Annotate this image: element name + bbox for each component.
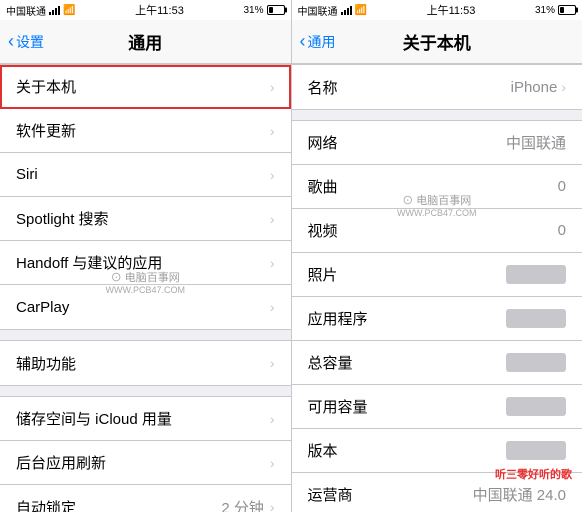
storage-label: 储存空间与 iCloud 用量 (16, 408, 172, 429)
right-back-chevron-icon: ‹ (300, 32, 306, 50)
carrier-label: 运营商 (308, 484, 353, 505)
accessibility-label: 辅助功能 (16, 353, 76, 374)
left-list-group-3: 储存空间与 iCloud 用量 › 后台应用刷新 › 自动锁定 2 分钟 › (0, 396, 291, 512)
autolock-label: 自动锁定 (16, 497, 76, 512)
battery-icon (267, 5, 285, 15)
carplay-chevron: › (270, 299, 275, 315)
siri-chevron: › (270, 167, 275, 183)
back-chevron-icon: ‹ (8, 32, 14, 50)
spotlight-chevron: › (270, 211, 275, 227)
left-carrier: 中国联通 (6, 3, 46, 18)
detail-row-photos: 照片 ■■■■■ (292, 253, 582, 297)
right-battery-pct: 31% (535, 5, 555, 16)
songs-label: 歌曲 (308, 176, 338, 197)
version-value: ■■■■■ (506, 441, 566, 460)
apps-label: 应用程序 (308, 308, 368, 329)
network-label: 网络 (308, 132, 338, 153)
about-chevron: › (270, 79, 275, 95)
left-nav-bar: ‹ 设置 通用 (0, 20, 291, 64)
right-content: 名称 iPhone › 网络 中国联通 歌曲 0 视频 0 照片 (292, 64, 582, 512)
available-label: 可用容量 (308, 396, 368, 417)
detail-row-network: 网络 中国联通 (292, 121, 582, 165)
spotlight-label: Spotlight 搜索 (16, 208, 109, 229)
left-content: 关于本机 › 软件更新 › Siri › Spotlight 搜索 › Hand… (0, 64, 291, 512)
siri-label: Siri (16, 166, 38, 183)
left-back-label: 设置 (16, 32, 44, 52)
right-nav-bar: ‹ 通用 关于本机 (292, 20, 582, 64)
background-chevron: › (270, 455, 275, 471)
background-label: 后台应用刷新 (16, 452, 106, 473)
carrier-value: 中国联通 24.0 (473, 484, 566, 505)
left-time: 上午11:53 (135, 2, 184, 18)
available-value: ■■■■■ (506, 397, 566, 416)
right-nav-title: 关于本机 (403, 29, 471, 54)
right-battery-icon (558, 5, 576, 15)
right-wifi-icon: 📶 (355, 5, 367, 16)
right-signal-icon (341, 6, 352, 15)
list-item-carplay[interactable]: CarPlay › (0, 285, 291, 329)
name-label: 名称 (308, 77, 338, 98)
version-label: 版本 (308, 440, 338, 461)
right-carrier: 中国联通 (298, 3, 338, 18)
right-time: 上午11:53 (427, 2, 476, 18)
capacity-value: ■■■■■ (506, 353, 566, 372)
carplay-label: CarPlay (16, 299, 69, 316)
list-item-siri[interactable]: Siri › (0, 153, 291, 197)
photos-label: 照片 (308, 264, 338, 285)
list-item-handoff[interactable]: Handoff 与建议的应用 › (0, 241, 291, 285)
storage-chevron: › (270, 411, 275, 427)
name-value-group: iPhone › (511, 79, 566, 96)
left-panel: 中国联通 📶 上午11:53 31% ‹ 设置 通用 ⊙ 电脑百事网 WWW.P… (0, 0, 291, 512)
autolock-value: 2 分钟 (221, 497, 264, 512)
left-back-button[interactable]: ‹ 设置 (8, 32, 44, 52)
list-item-software[interactable]: 软件更新 › (0, 109, 291, 153)
wifi-icon: 📶 (63, 5, 75, 16)
left-list-group-2: 辅助功能 › (0, 340, 291, 386)
handoff-chevron: › (270, 255, 275, 271)
list-item-accessibility[interactable]: 辅助功能 › (0, 341, 291, 385)
software-label: 软件更新 (16, 120, 76, 141)
capacity-label: 总容量 (308, 352, 353, 373)
photos-value: ■■■■■ (506, 265, 566, 284)
right-back-button[interactable]: ‹ 通用 (300, 32, 336, 52)
left-list-group: 关于本机 › 软件更新 › Siri › Spotlight 搜索 › Hand… (0, 64, 291, 330)
detail-row-videos: 视频 0 (292, 209, 582, 253)
software-chevron: › (270, 123, 275, 139)
left-battery-pct: 31% (243, 5, 263, 16)
detail-row-name[interactable]: 名称 iPhone › (292, 65, 582, 109)
videos-label: 视频 (308, 220, 338, 241)
apps-value: ■■■■■ (506, 309, 566, 328)
detail-row-songs: 歌曲 0 (292, 165, 582, 209)
right-detail-group: 网络 中国联通 歌曲 0 视频 0 照片 ■■■■■ 应用程序 ■■■■■ 总容… (292, 120, 582, 512)
right-back-label: 通用 (308, 32, 336, 52)
handoff-label: Handoff 与建议的应用 (16, 252, 162, 273)
signal-icon (49, 6, 60, 15)
left-status-bar: 中国联通 📶 上午11:53 31% (0, 0, 291, 20)
detail-row-capacity: 总容量 ■■■■■ (292, 341, 582, 385)
list-item-autolock[interactable]: 自动锁定 2 分钟 › (0, 485, 291, 512)
list-item-spotlight[interactable]: Spotlight 搜索 › (0, 197, 291, 241)
detail-row-version: 版本 ■■■■■ (292, 429, 582, 473)
network-value: 中国联通 (506, 132, 566, 153)
right-status-bar: 中国联通 📶 上午11:53 31% (292, 0, 582, 20)
songs-value: 0 (558, 178, 566, 195)
right-name-group: 名称 iPhone › (292, 64, 582, 110)
list-item-storage[interactable]: 储存空间与 iCloud 用量 › (0, 397, 291, 441)
left-nav-title: 通用 (128, 29, 162, 54)
detail-row-apps: 应用程序 ■■■■■ (292, 297, 582, 341)
list-item-about[interactable]: 关于本机 › (0, 65, 291, 109)
detail-row-carrier: 运营商 中国联通 24.0 (292, 473, 582, 512)
autolock-chevron: › (270, 499, 275, 512)
accessibility-chevron: › (270, 355, 275, 371)
detail-row-available: 可用容量 ■■■■■ (292, 385, 582, 429)
name-value: iPhone (511, 79, 558, 96)
list-item-background[interactable]: 后台应用刷新 › (0, 441, 291, 485)
about-label: 关于本机 (16, 76, 76, 97)
name-chevron: › (561, 79, 566, 95)
right-panel: 中国联通 📶 上午11:53 31% ‹ 通用 关于本机 ⊙ 电脑百事网 WWW… (292, 0, 582, 512)
videos-value: 0 (558, 222, 566, 239)
